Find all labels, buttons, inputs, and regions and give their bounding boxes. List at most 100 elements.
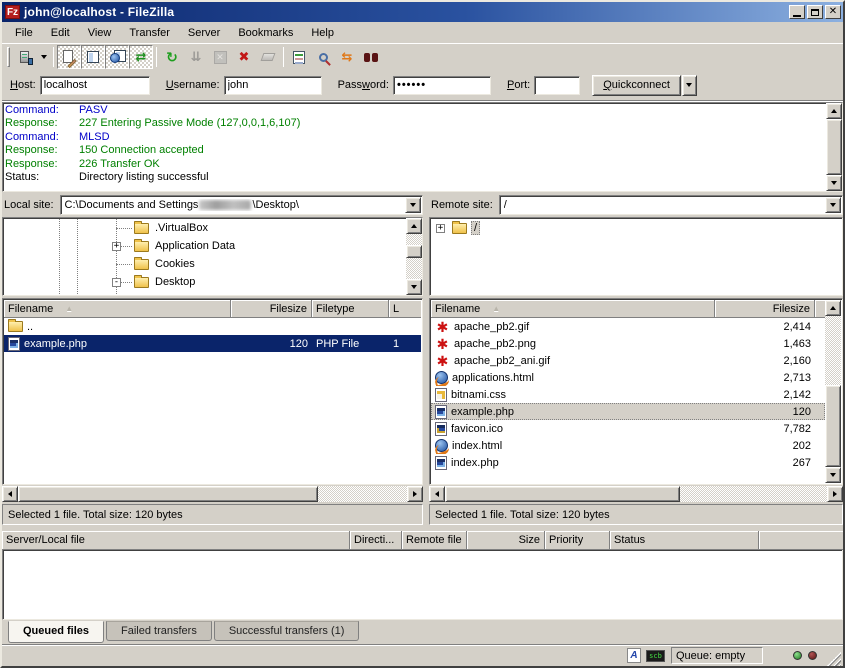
scroll-right-button[interactable] — [827, 486, 843, 502]
file-row[interactable]: favicon.ico7,782 — [431, 420, 825, 437]
scroll-thumb[interactable] — [445, 486, 680, 502]
site-manager-dropdown-button[interactable] — [37, 46, 50, 68]
reconnect-button[interactable] — [256, 45, 280, 69]
collapse-icon[interactable]: - — [112, 278, 121, 287]
scroll-down-button[interactable] — [406, 279, 422, 295]
file-row[interactable]: ✱apache_pb2.gif2,414 — [431, 318, 825, 335]
toggle-remote-tree-button[interactable] — [105, 45, 129, 69]
remote-site-combo[interactable]: / — [499, 195, 843, 215]
menu-file[interactable]: File — [6, 24, 42, 42]
tree-item--virtualbox[interactable]: .VirtualBox — [4, 219, 405, 237]
file-row[interactable]: ✱apache_pb2_ani.gif2,160 — [431, 352, 825, 369]
scroll-left-button[interactable] — [2, 486, 18, 502]
remote-list-scrollbar[interactable] — [825, 300, 841, 483]
expand-icon[interactable]: + — [112, 242, 121, 251]
find-files-button[interactable] — [359, 45, 383, 69]
file-row[interactable]: .. — [4, 318, 421, 335]
local-site-combo[interactable]: C:\Documents and Settings\Desktop\ — [60, 195, 423, 215]
scroll-thumb[interactable] — [18, 486, 318, 502]
tree-item-root[interactable]: +/ — [431, 219, 825, 237]
close-button[interactable]: ✕ — [825, 5, 841, 19]
column-header-l[interactable]: L — [389, 300, 421, 318]
scroll-up-button[interactable] — [825, 300, 841, 316]
queue-column-directi-[interactable]: Directi... — [350, 531, 402, 550]
column-header-filename[interactable]: Filename▲ — [431, 300, 715, 318]
tree-item-cookies[interactable]: Cookies — [4, 255, 405, 273]
toggle-local-tree-button[interactable] — [81, 45, 105, 69]
file-row[interactable]: example.php120PHP File1 — [4, 335, 421, 352]
local-site-dropdown[interactable] — [405, 197, 421, 213]
log-scrollbar[interactable] — [826, 103, 842, 191]
quickconnect-button[interactable]: Quickconnect — [592, 75, 681, 96]
column-header-filetype[interactable]: Filetype — [312, 300, 389, 318]
menu-edit[interactable]: Edit — [42, 24, 79, 42]
scroll-left-button[interactable] — [429, 486, 445, 502]
expand-icon[interactable]: + — [436, 224, 445, 233]
scroll-down-button[interactable] — [825, 467, 841, 483]
file-row[interactable]: applications.html2,713 — [431, 369, 825, 386]
directory-comparison-button[interactable] — [311, 45, 335, 69]
toolbar-separator — [53, 47, 54, 67]
username-input[interactable] — [224, 76, 322, 95]
disconnect-button[interactable]: ✖ — [232, 45, 256, 69]
process-queue-button[interactable]: ⇊ — [184, 45, 208, 69]
resize-grip[interactable] — [827, 652, 841, 666]
scroll-down-button[interactable] — [826, 175, 842, 191]
menu-help[interactable]: Help — [302, 24, 343, 42]
tab-queued-files[interactable]: Queued files — [8, 621, 104, 643]
app-icon[interactable]: Fz — [5, 5, 20, 19]
host-input[interactable] — [40, 76, 150, 95]
remote-hscrollbar[interactable] — [429, 486, 843, 502]
filter-button[interactable] — [287, 45, 311, 69]
maximize-button[interactable] — [807, 5, 823, 19]
scroll-thumb[interactable] — [826, 119, 842, 175]
menu-transfer[interactable]: Transfer — [120, 24, 179, 42]
queue-column-status[interactable]: Status — [610, 531, 759, 550]
speed-limit-icon[interactable]: scb — [646, 650, 665, 662]
menu-bookmarks[interactable]: Bookmarks — [229, 24, 302, 42]
port-input[interactable] — [534, 76, 580, 95]
tab-successful-transfers-1-[interactable]: Successful transfers (1) — [214, 621, 360, 641]
queue-column-remote-file[interactable]: Remote file — [402, 531, 467, 550]
queue-column-priority[interactable]: Priority — [545, 531, 610, 550]
password-input[interactable] — [393, 76, 491, 95]
column-header-filesize[interactable]: Filesize — [231, 300, 312, 318]
file-row[interactable]: index.html202 — [431, 437, 825, 454]
tree-item-desktop[interactable]: -Desktop — [4, 273, 405, 291]
queue-body[interactable] — [2, 550, 843, 620]
toggle-transfer-queue-button[interactable]: ⇄ — [129, 45, 153, 69]
file-row[interactable]: index.php267 — [431, 454, 825, 471]
remote-site-dropdown[interactable] — [825, 197, 841, 213]
ascii-data-type-icon[interactable]: A — [627, 648, 641, 663]
folder-icon — [134, 223, 149, 234]
local-tree-scrollbar[interactable] — [406, 218, 422, 295]
menu-server[interactable]: Server — [179, 24, 229, 42]
refresh-button[interactable]: ↻ — [160, 45, 184, 69]
scroll-up-button[interactable] — [826, 103, 842, 119]
queue-column-server-local-file[interactable]: Server/Local file — [2, 531, 350, 550]
minimize-button[interactable] — [789, 5, 805, 19]
local-hscrollbar[interactable] — [2, 486, 423, 502]
file-row[interactable]: example.php120 — [431, 403, 825, 420]
file-row[interactable]: ✱apache_pb2.png1,463 — [431, 335, 825, 352]
menu-view[interactable]: View — [79, 24, 121, 42]
cancel-operation-button[interactable]: ✕ — [208, 45, 232, 69]
scroll-right-button[interactable] — [407, 486, 423, 502]
toolbar-grip[interactable] — [7, 47, 10, 67]
scroll-thumb[interactable] — [825, 385, 841, 467]
tab-failed-transfers[interactable]: Failed transfers — [106, 621, 212, 641]
quickconnect-dropdown[interactable] — [682, 75, 697, 96]
log-label: Command: — [5, 104, 79, 117]
site-manager-button[interactable] — [13, 45, 37, 69]
column-header-label: Filetype — [316, 303, 355, 315]
column-header-filename[interactable]: Filename▲ — [4, 300, 231, 318]
file-row[interactable]: bitnami.css2,142 — [431, 386, 825, 403]
synchronized-browsing-button[interactable]: ⇆ — [335, 45, 359, 69]
column-header-filesize[interactable]: Filesize — [715, 300, 815, 318]
toggle-message-log-button[interactable] — [57, 45, 81, 69]
queue-column-size[interactable]: Size — [467, 531, 545, 550]
tree-item-application-data[interactable]: +Application Data — [4, 237, 405, 255]
scroll-up-button[interactable] — [406, 218, 422, 234]
scroll-thumb[interactable] — [406, 245, 422, 258]
password-label: Password: — [338, 79, 389, 91]
